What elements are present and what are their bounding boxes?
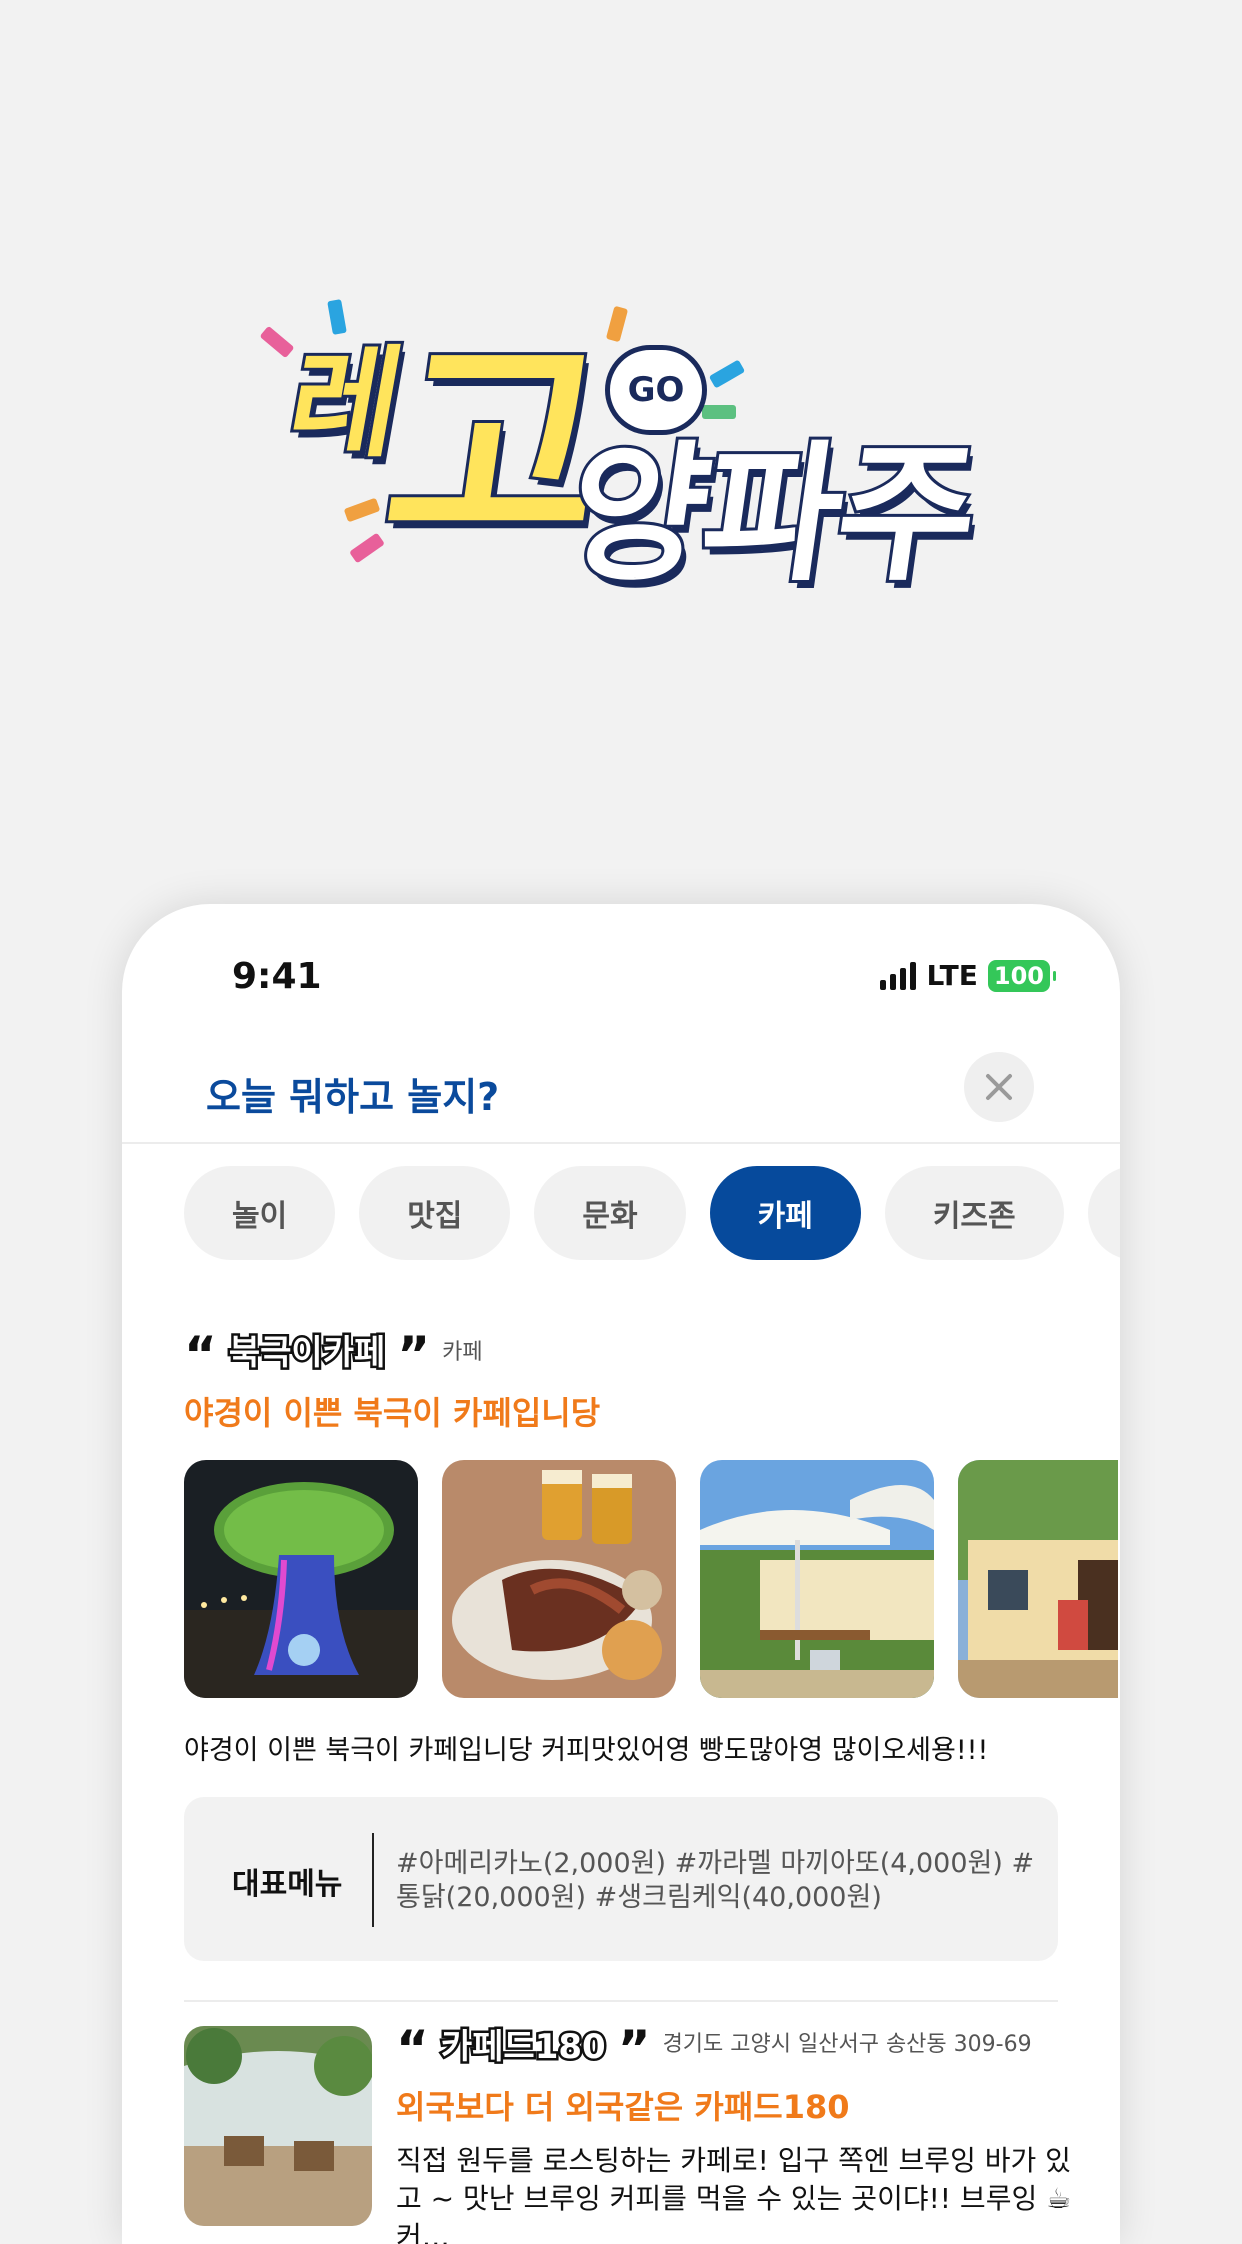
cottage-exterior-photo[interactable] [958, 1460, 1118, 1698]
close-button[interactable] [964, 1052, 1034, 1122]
place-headline: 외국보다 더 외국같은 카패드180 [396, 2088, 850, 2126]
sheet-header: 오늘 뭐하고 놀지? [122, 1034, 1120, 1144]
close-icon [986, 1074, 1012, 1100]
tab-restaurants[interactable]: 맛집 [359, 1166, 511, 1260]
list-divider [184, 2000, 1058, 2002]
place-name: 북극이카페 [226, 1333, 387, 1373]
close-quote-icon: ” [617, 2020, 651, 2078]
featured-place-card[interactable]: “ 북극이카페 ” 카페 야경이 이쁜 북극이 카페입니당 야경이 이쁜 북극이… [184, 1326, 1118, 1961]
patio-umbrella-photo[interactable] [700, 1460, 934, 1698]
place-description: 직접 원두를 로스팅하는 카페로! 입구 쪽엔 브루잉 바가 있고 ~ 맛난 브… [396, 2144, 1072, 2244]
menu-label: 대표메뉴 [232, 1867, 343, 1902]
network-label: LTE [926, 959, 978, 992]
page-title: 오늘 뭐하고 놀지? [206, 1075, 500, 1119]
logo-text-yangpaju: 양파주 [555, 425, 987, 605]
status-bar: 9:41 LTE 100 [122, 904, 1120, 1034]
logo-sparkle [343, 497, 381, 523]
place-description: 야경이 이쁜 북극이 카페입니당 커피맛있어영 빵도많아영 많이오세용!!! [184, 1735, 989, 1766]
place-name: 카페드180 [438, 2027, 608, 2067]
place-info: “ 카페드180 ” 경기도 고양시 일산서구 송산동 309-69 외국보다 … [396, 2020, 1096, 2244]
list-item[interactable]: “ 카페드180 ” 경기도 고양시 일산서구 송산동 309-69 외국보다 … [184, 2020, 1118, 2244]
logo-sparkle [259, 325, 295, 359]
photo-carousel[interactable] [184, 1460, 1118, 1698]
tab-play[interactable]: 놀이 [184, 1166, 336, 1260]
night-tree-photo[interactable] [184, 1460, 418, 1698]
place-category: 카페 [442, 1340, 483, 1365]
battery-icon: 100 [987, 959, 1057, 992]
signal-icon [880, 961, 917, 990]
phone-frame: 9:41 LTE 100 오늘 뭐하고 놀지? 놀이 맛집 문화 카페 키즈존 … [122, 904, 1120, 2244]
logo-sparkle [702, 405, 736, 419]
logo-sparkle [327, 299, 347, 335]
open-quote-icon: “ [396, 2020, 429, 2078]
greenhouse-cafe-photo [184, 2026, 372, 2226]
status-indicators: LTE 100 [880, 959, 1057, 992]
status-time: 9:41 [232, 956, 322, 997]
app-logo: 레 고 양파주 GO [250, 295, 990, 615]
tab-cafe[interactable]: 카페 [709, 1166, 861, 1260]
place-headline: 야경이 이쁜 북극이 카페입니당 [184, 1394, 601, 1432]
logo-speech-bubble: GO [605, 345, 707, 435]
tab-culture[interactable]: 문화 [534, 1166, 686, 1260]
logo-sparkle [708, 359, 746, 389]
signature-menu-box: 대표메뉴 #아메리카노(2,000원) #까라멜 마끼아또(4,000원) #통… [184, 1797, 1058, 1961]
category-tabs: 놀이 맛집 문화 카페 키즈존 [184, 1166, 1120, 1260]
tab-kidszone[interactable]: 키즈존 [884, 1166, 1064, 1260]
place-address: 경기도 고양시 일산서구 송산동 309-69 [662, 2032, 1032, 2057]
tab-more[interactable] [1087, 1166, 1120, 1260]
place-title-row: “ 카페드180 ” 경기도 고양시 일산서구 송산동 309-69 [396, 2020, 1096, 2078]
open-quote-icon: “ [184, 1326, 217, 1384]
menu-items: #아메리카노(2,000원) #까라멜 마끼아또(4,000원) #통닭(20,… [396, 1848, 1035, 1913]
place-title-row: “ 북극이카페 ” 카페 [184, 1326, 1058, 1384]
grilled-ribs-beer-photo[interactable] [442, 1460, 676, 1698]
close-quote-icon: ” [397, 1326, 431, 1384]
menu-divider [372, 1833, 374, 1927]
